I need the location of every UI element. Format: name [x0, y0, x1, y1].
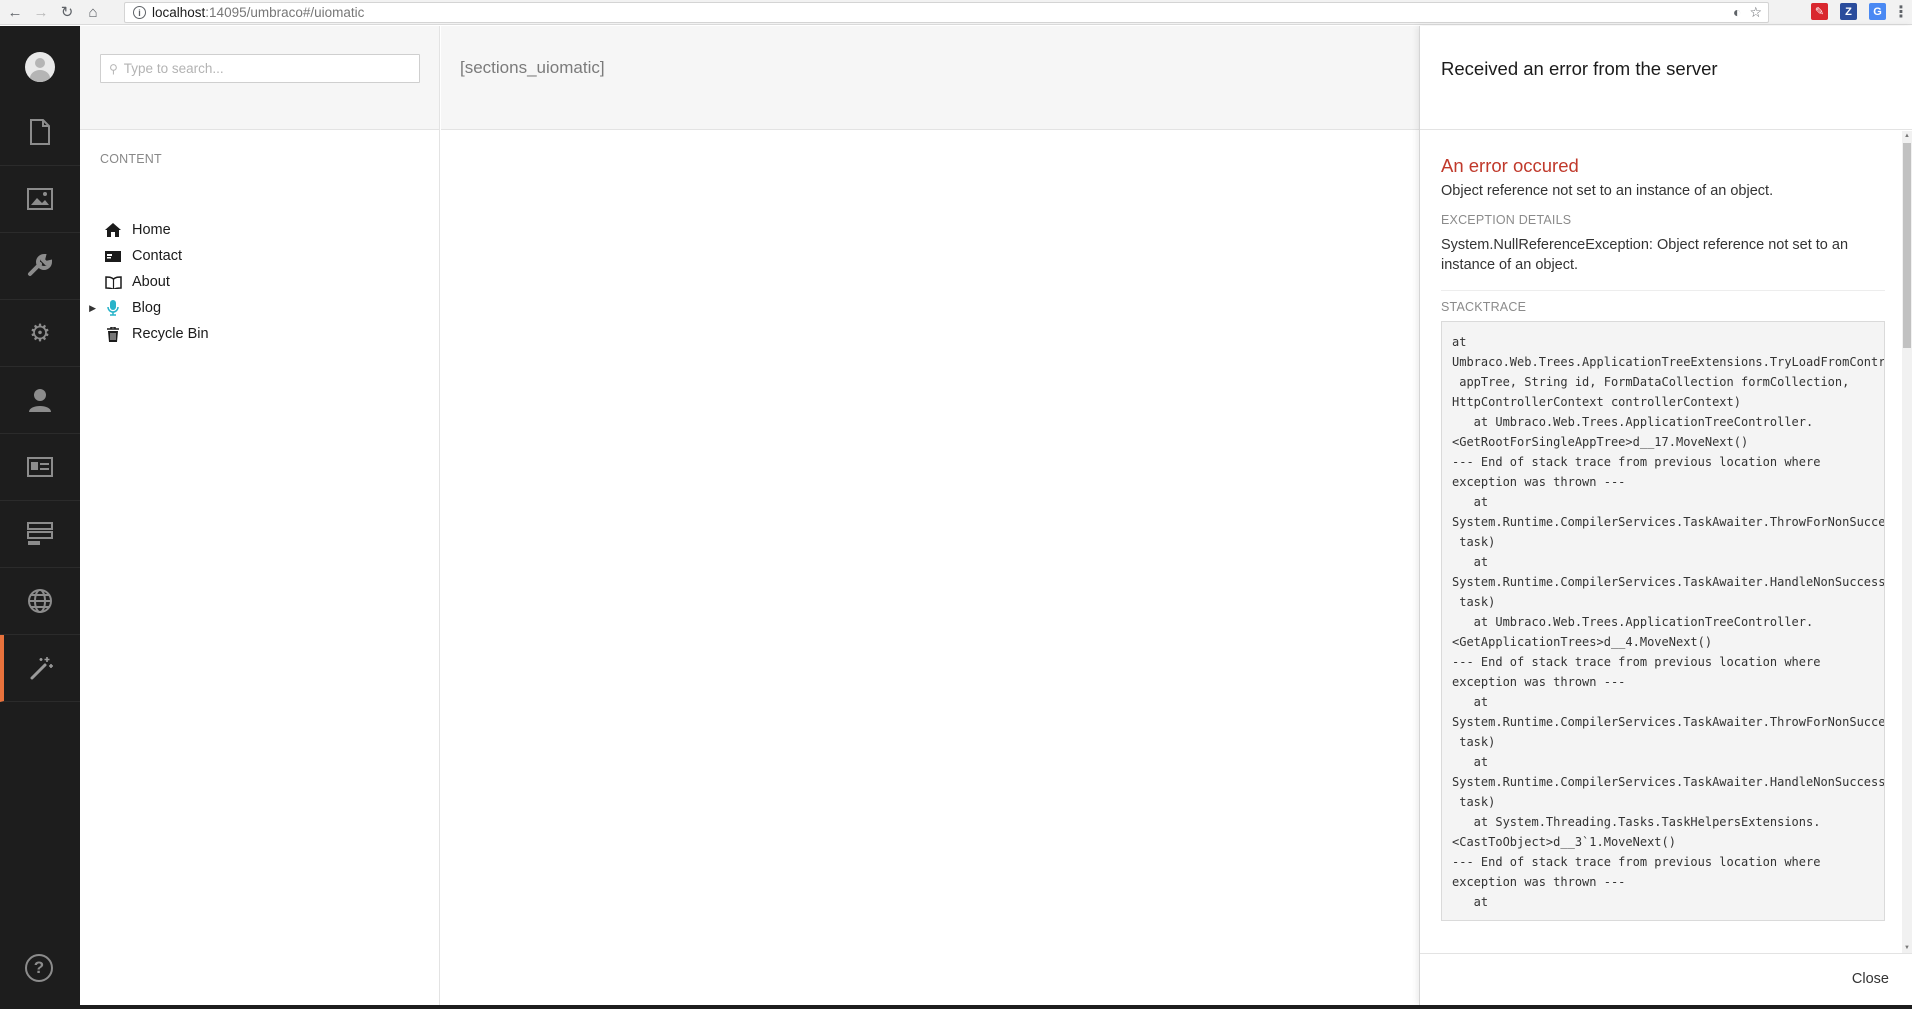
tree-panel: ⚲ CONTENT Home Contact About ▶ Blog [80, 26, 440, 1009]
site-settings-icon[interactable]: ◐ [1733, 4, 1741, 21]
trash-icon [100, 326, 126, 342]
picture-icon[interactable] [0, 166, 80, 233]
stacktrace-label: STACKTRACE [1441, 300, 1527, 314]
overlay-scrollbar[interactable]: ▲ ▼ [1902, 131, 1912, 953]
forward-icon[interactable]: → [30, 1, 52, 23]
exception-text: System.NullReferenceException: Object re… [1441, 237, 1849, 273]
overlay-body[interactable]: An error occured Object reference not se… [1420, 131, 1912, 953]
main-content: [sections_uiomatic] [441, 26, 1420, 1009]
error-message: Object reference not set to an instance … [1441, 183, 1774, 199]
home-icon [100, 223, 126, 237]
stacktrace-box[interactable]: at Umbraco.Web.Trees.ApplicationTreeExte… [1441, 321, 1885, 921]
magic-wand-icon[interactable] [0, 635, 80, 702]
tree-root-label[interactable]: CONTENT [100, 152, 162, 166]
search-input[interactable] [123, 61, 404, 76]
id-card-icon [100, 250, 126, 262]
app-sidebar: ⚙ ? [0, 26, 80, 1009]
url-path: :14095/umbraco#/uiomatic [205, 5, 365, 20]
tree-item-about[interactable]: About [80, 269, 440, 295]
overlay-header: Received an error from the server [1420, 26, 1912, 130]
scroll-up-icon[interactable]: ▲ [1904, 133, 1910, 139]
reload-icon[interactable]: ↻ [56, 1, 78, 23]
close-button[interactable]: Close [1852, 971, 1889, 987]
browser-menu-icon[interactable]: ⋮ [1893, 3, 1909, 21]
tree-item-label: Home [132, 222, 171, 238]
id-card-icon[interactable] [0, 434, 80, 501]
tree-item-label: Blog [132, 300, 162, 316]
tree-item-recycle-bin[interactable]: Recycle Bin [80, 321, 440, 347]
page-title: [sections_uiomatic] [460, 58, 605, 77]
home-icon[interactable]: ⌂ [82, 1, 104, 23]
stacktrace-text: at Umbraco.Web.Trees.ApplicationTreeExte… [1452, 335, 1885, 909]
extension-z-icon[interactable]: Z [1840, 3, 1857, 20]
gear-icon[interactable]: ⚙ [0, 300, 80, 367]
book-icon [100, 275, 126, 289]
bottom-bar [0, 1005, 1912, 1009]
forms-icon[interactable] [0, 501, 80, 568]
error-overlay: Received an error from the server An err… [1419, 26, 1912, 1005]
user-icon[interactable] [0, 367, 80, 434]
document-icon[interactable] [0, 99, 80, 166]
info-icon[interactable]: i [133, 6, 146, 19]
main-header: [sections_uiomatic] [441, 26, 1420, 130]
tree-item-blog[interactable]: ▶ Blog [80, 295, 440, 321]
tree-item-home[interactable]: Home [80, 217, 440, 243]
tree-item-contact[interactable]: Contact [80, 243, 440, 269]
overlay-footer: Close [1420, 953, 1912, 1005]
scroll-down-icon[interactable]: ▼ [1904, 945, 1910, 951]
tree-item-label: Recycle Bin [132, 326, 209, 342]
extension-red-icon[interactable]: ✎ [1811, 3, 1828, 20]
error-title: An error occured [1441, 155, 1579, 176]
expand-caret-icon[interactable]: ▶ [80, 303, 100, 314]
globe-icon[interactable] [0, 568, 80, 635]
back-icon[interactable]: ← [4, 1, 26, 23]
help-icon[interactable]: ? [25, 954, 53, 982]
address-bar[interactable]: i localhost:14095/umbraco#/uiomatic ◐ ☆ [124, 2, 1769, 23]
url-host: localhost [152, 5, 206, 20]
search-box[interactable]: ⚲ [100, 54, 420, 83]
exception-details-label: EXCEPTION DETAILS [1441, 213, 1572, 227]
tree-header: ⚲ [80, 26, 439, 130]
search-icon: ⚲ [109, 61, 118, 76]
tree-item-label: About [132, 274, 170, 290]
wrench-icon[interactable] [0, 233, 80, 300]
translate-icon[interactable]: G [1869, 3, 1886, 20]
avatar[interactable] [25, 52, 55, 82]
microphone-icon [100, 300, 126, 316]
overlay-title: Received an error from the server [1441, 58, 1718, 79]
tree-item-label: Contact [132, 248, 182, 264]
browser-toolbar: ← → ↻ ⌂ i localhost:14095/umbraco#/uioma… [0, 0, 1912, 25]
divider [1441, 290, 1885, 291]
bookmark-star-icon[interactable]: ☆ [1749, 4, 1762, 21]
scrollbar-thumb[interactable] [1903, 143, 1911, 348]
